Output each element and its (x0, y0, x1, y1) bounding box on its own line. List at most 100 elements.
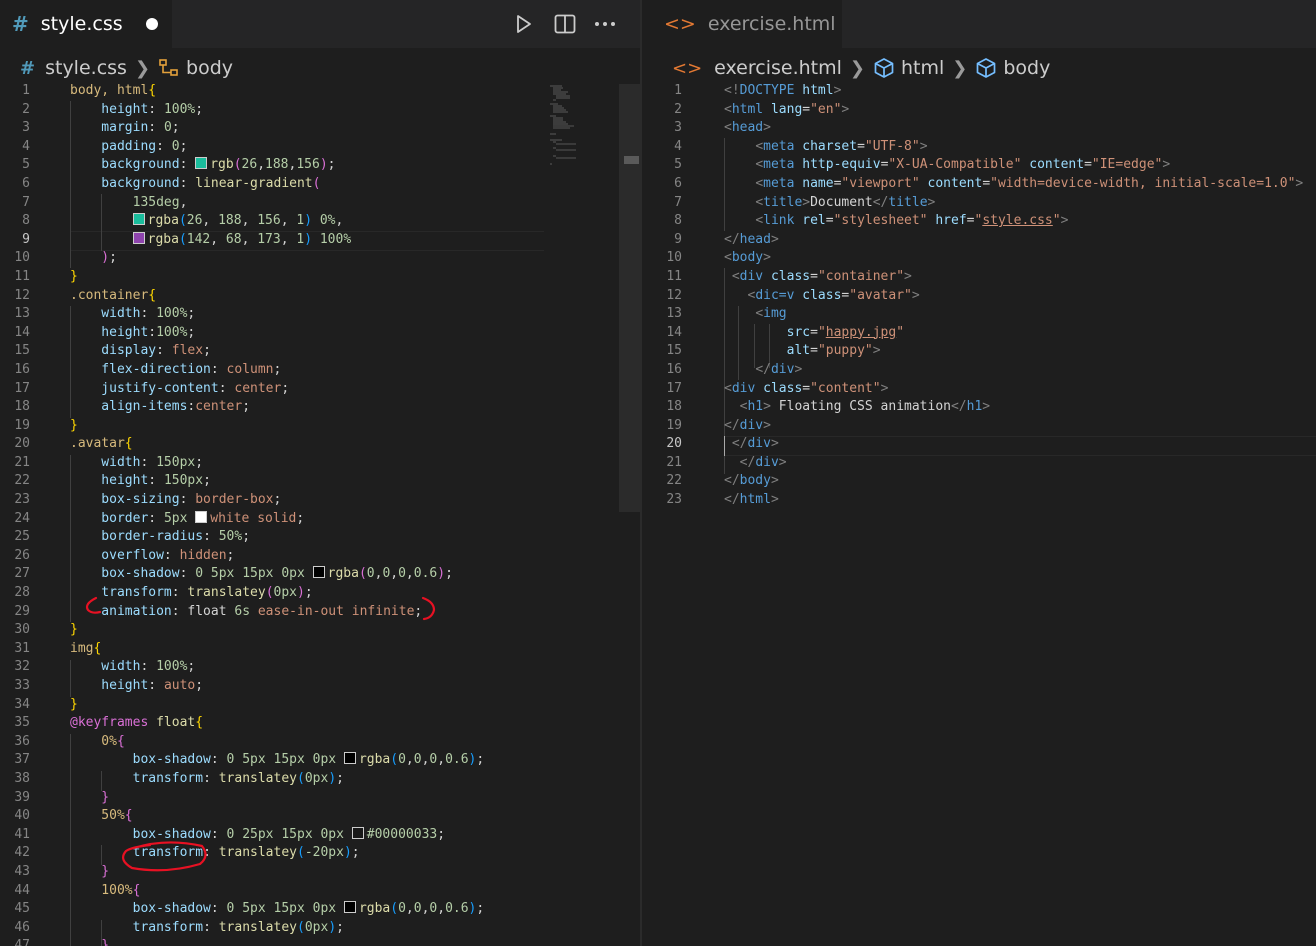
code-line[interactable]: 3 <head> (642, 119, 1316, 138)
code-line[interactable]: 17 <div class="content"> (642, 380, 1316, 399)
line-number: 23 (14, 492, 30, 508)
code-line[interactable]: 13 <img (642, 305, 1316, 324)
code-line[interactable]: 18 <h1> Floating CSS animation</h1> (642, 398, 1316, 417)
code-line[interactable]: 6 background: linear-gradient( (0, 175, 548, 194)
html-code-editor[interactable]: 1 <!DOCTYPE html> 2 <html lang="en"> 3 <head>… (642, 82, 1316, 510)
tab-exercise-html[interactable]: <> exercise.html (642, 0, 842, 48)
code-line[interactable]: 15 display: flex; (0, 342, 548, 361)
code-line[interactable]: 12 .container{ (0, 287, 548, 306)
code-line[interactable]: 22 height: 150px; (0, 472, 548, 491)
code-line[interactable]: 22 </body> (642, 472, 1316, 491)
code-line[interactable]: 4 <meta charset="UTF-8"> (642, 138, 1316, 157)
code-line[interactable]: 40 50%{ (0, 807, 548, 826)
code-line[interactable]: 6 <meta name="viewport" content="width=d… (642, 175, 1316, 194)
code-line[interactable]: 20 .avatar{ (0, 435, 548, 454)
code-line[interactable]: 47 } (0, 937, 548, 946)
code-line[interactable]: 14 height:100%; (0, 324, 548, 343)
code-line[interactable]: 13 width: 100%; (0, 305, 548, 324)
code-line[interactable]: 9 rgba(142, 68, 173, 1) 100% (0, 231, 548, 250)
code-line[interactable]: 8 rgba(26, 188, 156, 1) 0%, (0, 212, 548, 231)
code-line[interactable]: 44 100%{ (0, 882, 548, 901)
breadcrumb-symbol-body[interactable]: body (1003, 57, 1050, 79)
code-line[interactable]: 30} (0, 621, 548, 640)
code-token: > (763, 417, 771, 433)
code-line[interactable]: 10 ); (0, 249, 548, 268)
code-line[interactable]: 46 transform: translatey(0px); (0, 919, 548, 938)
code-line[interactable]: 28 transform: translatey(0px); (0, 584, 548, 603)
code-line[interactable]: 25 border-radius: 50%; (0, 528, 548, 547)
code-line[interactable]: 14 src="happy.jpg" (642, 324, 1316, 343)
code-line[interactable]: 33 height: auto; (0, 677, 548, 696)
code-line[interactable]: 45 box-shadow: 0 5px 15px 0px rgba(0,0,0… (0, 900, 548, 919)
code-line[interactable]: 21 </div> (642, 454, 1316, 473)
code-line[interactable]: 19 </div> (642, 417, 1316, 436)
tab-style-css[interactable]: # style.css (0, 0, 172, 48)
unsaved-dot-icon[interactable] (146, 18, 158, 30)
breadcrumb-file[interactable]: exercise.html (714, 57, 842, 79)
code-line[interactable]: 3 margin: 0; (0, 119, 548, 138)
code-line[interactable]: 24 border: 5px white solid; (0, 510, 548, 529)
code-line[interactable]: 9 </head> (642, 231, 1316, 250)
run-icon[interactable] (509, 10, 537, 38)
breadcrumb-file[interactable]: style.css (45, 57, 127, 79)
css-code-editor[interactable]: 1 body, html{2 height: 100%; 3 margin: 0; 4… (0, 82, 548, 946)
more-actions-icon[interactable] (591, 10, 619, 38)
code-token: > (1162, 157, 1171, 173)
code-line[interactable]: 38 transform: translatey(0px); (0, 770, 548, 789)
code-line[interactable]: 27 box-shadow: 0 5px 15px 0px rgba(0,0,0… (0, 565, 548, 584)
code-line[interactable]: 11 <div class="container"> (642, 268, 1316, 287)
code-line[interactable]: 32 width: 100%; (0, 658, 548, 677)
code-line[interactable]: 1 body, html{ (0, 82, 548, 101)
breadcrumb-symbol-html[interactable]: html (901, 57, 944, 79)
code-line[interactable]: 17 justify-content: center; (0, 380, 548, 399)
color-swatch-icon[interactable] (195, 157, 208, 170)
code-line[interactable]: 15 alt="puppy"> (642, 342, 1316, 361)
code-line[interactable]: 12 <dic=v class="avatar"> (642, 287, 1316, 306)
color-swatch-icon[interactable] (132, 213, 145, 226)
code-line[interactable]: 42 transform: translatey(-20px); (0, 844, 548, 863)
code-line[interactable]: 31 img{ (0, 640, 548, 659)
color-swatch-icon[interactable] (312, 566, 325, 579)
minimap[interactable] (548, 84, 618, 184)
code-line[interactable]: 7 <title>Document</title> (642, 194, 1316, 213)
code-line[interactable]: 16 flex-direction: column; (0, 361, 548, 380)
scrollbar-thumb[interactable] (619, 84, 640, 512)
code-line[interactable]: 11} (0, 268, 548, 287)
code-line[interactable]: 34} (0, 696, 548, 715)
code-line[interactable]: 7 135deg, (0, 194, 548, 213)
color-swatch-icon[interactable] (343, 752, 356, 765)
code-line[interactable]: 5 background: rgb(26,188,156); (0, 156, 548, 175)
color-swatch-icon[interactable] (343, 901, 356, 914)
code-line[interactable]: 16 </div> (642, 361, 1316, 380)
code-line[interactable]: 5 <meta http-equiv = "X-UA-Compatible" con… (642, 156, 1316, 175)
split-editor-icon[interactable] (551, 10, 579, 38)
code-line[interactable]: 23 box-sizing: border-box; (0, 491, 548, 510)
code-line[interactable]: 36 0%{ (0, 733, 548, 752)
code-line[interactable]: 19} (0, 417, 548, 436)
code-text: <meta http-equiv = "X-UA-Compatible" conte… (724, 156, 1170, 175)
code-line[interactable]: 20 </div> (642, 435, 1316, 454)
color-swatch-icon[interactable] (132, 231, 145, 244)
code-line[interactable]: 21 width: 150px; (0, 454, 548, 473)
code-line[interactable]: 2 <html lang="en"> (642, 101, 1316, 120)
breadcrumb-symbol[interactable]: body (186, 57, 233, 79)
code-line[interactable]: 18 align-items:center; (0, 398, 548, 417)
code-token: html (802, 83, 834, 98)
code-line[interactable]: 8 <link rel="stylesheet" href="style.css… (642, 212, 1316, 231)
code-line[interactable]: 23 </html> (642, 491, 1316, 510)
code-token: padding (70, 138, 157, 154)
code-line[interactable]: 41 box-shadow: 0 25px 15px 0px #00000033… (0, 826, 548, 845)
code-line[interactable]: 35 @keyframes float{ (0, 714, 548, 733)
code-line[interactable]: 10 <body> (642, 249, 1316, 268)
code-line[interactable]: 39 } (0, 789, 548, 808)
code-line[interactable]: 29 animation: float 6s ease-in-out infin… (0, 603, 548, 622)
code-line[interactable]: 26 overflow: hidden; (0, 547, 548, 566)
code-line[interactable]: 1 <!DOCTYPE html> (642, 82, 1316, 101)
code-line[interactable]: 37 box-shadow: 0 5px 15px 0px rgba(0,0,0… (0, 751, 548, 770)
code-line[interactable]: 4 padding: 0; (0, 138, 548, 157)
color-swatch-icon[interactable] (195, 510, 208, 523)
code-line[interactable]: 43 } (0, 863, 548, 882)
color-swatch-icon[interactable] (351, 826, 364, 839)
code-line[interactable]: 2 height: 100%; (0, 101, 548, 120)
